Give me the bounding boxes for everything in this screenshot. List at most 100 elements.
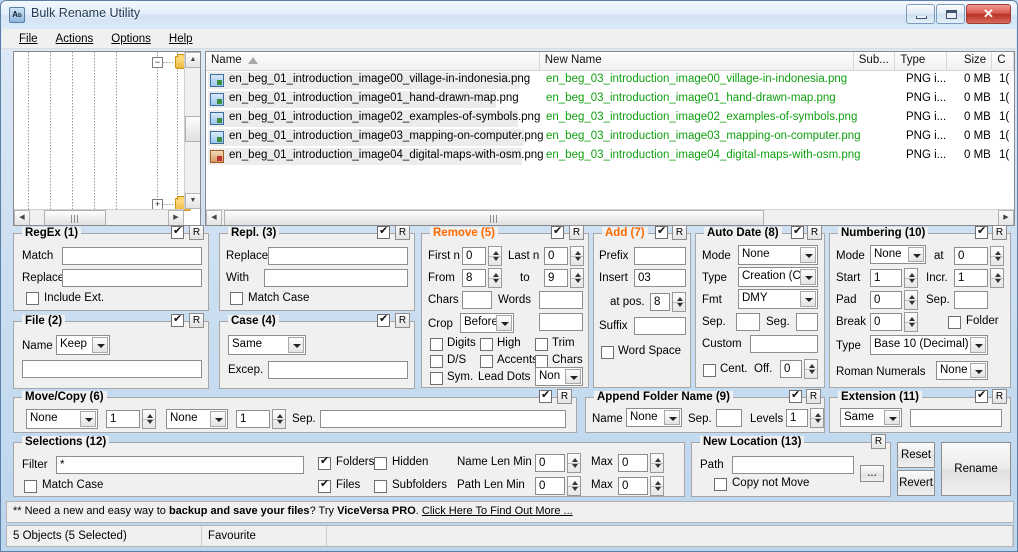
- status-favourite[interactable]: Favourite: [202, 526, 327, 546]
- move-copy-mode2-select[interactable]: None: [166, 409, 228, 429]
- column-header-new-name[interactable]: New Name: [540, 52, 854, 71]
- remove-sym-checkbox[interactable]: [430, 372, 443, 385]
- panel-regex-reset-button[interactable]: R: [189, 225, 204, 240]
- table-row[interactable]: en_beg_01_introduction_image01_hand-draw…: [206, 90, 1014, 109]
- numbering-incr-input[interactable]: [954, 269, 988, 287]
- folder-tree[interactable]: − + ▲ ▼ ◀ ▶: [13, 51, 201, 226]
- add-insert-input[interactable]: [634, 269, 686, 287]
- numbering-folder-checkbox[interactable]: [948, 316, 961, 329]
- remove-first-n-spinner[interactable]: [488, 246, 502, 266]
- remove-trim-checkbox[interactable]: [535, 338, 548, 351]
- selections-name-len-min-input[interactable]: [535, 454, 565, 472]
- repl-with-input[interactable]: [264, 269, 408, 287]
- move-copy-num1-spinner[interactable]: [142, 409, 156, 429]
- repl-replace-input[interactable]: [268, 247, 408, 265]
- chevron-down-icon[interactable]: [565, 369, 581, 384]
- panel-regex-enable-checkbox[interactable]: [171, 224, 184, 239]
- move-copy-num2-input[interactable]: [236, 410, 270, 428]
- chevron-down-icon[interactable]: [884, 410, 900, 425]
- revert-button[interactable]: Revert: [897, 470, 935, 496]
- remove-from-spinner[interactable]: [488, 268, 502, 288]
- remove-chars-input[interactable]: [462, 291, 492, 309]
- panel-file-enable-checkbox[interactable]: [171, 312, 184, 327]
- numbering-pad-spinner[interactable]: [904, 290, 918, 310]
- selections-path-len-max-input[interactable]: [618, 477, 648, 495]
- scroll-left-icon[interactable]: ◀: [206, 210, 222, 225]
- auto-date-type-select[interactable]: Creation (Cur: [738, 267, 818, 287]
- numbering-break-spinner[interactable]: [904, 312, 918, 332]
- chevron-down-icon[interactable]: [970, 337, 986, 353]
- add-suffix-input[interactable]: [634, 317, 686, 335]
- append-folder-levels-spinner[interactable]: [810, 408, 824, 428]
- selections-subfolders-checkbox[interactable]: [374, 480, 387, 493]
- menu-item-actions[interactable]: Actions: [47, 31, 103, 47]
- file-list[interactable]: Name New Name Sub... Type Size C en_beg_…: [205, 51, 1015, 226]
- numbering-at-spinner[interactable]: [990, 246, 1004, 266]
- remove-crop-select[interactable]: Before: [460, 313, 514, 333]
- table-row[interactable]: en_beg_01_introduction_image02_examples-…: [206, 109, 1014, 128]
- add-prefix-input[interactable]: [634, 247, 686, 265]
- add-at-pos-input[interactable]: [650, 293, 670, 311]
- column-header-c[interactable]: C: [992, 52, 1014, 71]
- collapse-icon[interactable]: −: [152, 57, 163, 68]
- numbering-break-input[interactable]: [870, 313, 902, 331]
- selections-path-len-min-input[interactable]: [535, 477, 565, 495]
- table-row[interactable]: en_beg_01_introduction_image03_mapping-o…: [206, 128, 1014, 147]
- extension-mode-select[interactable]: Same: [840, 408, 902, 427]
- numbering-roman-select[interactable]: None: [936, 361, 988, 380]
- chevron-down-icon[interactable]: [800, 269, 816, 285]
- auto-date-off-input[interactable]: [780, 360, 802, 378]
- tree-hscroll-thumb[interactable]: [44, 210, 106, 225]
- add-at-pos-spinner[interactable]: [672, 292, 686, 312]
- remove-lead-dots-select[interactable]: Non: [535, 367, 583, 386]
- panel-auto-date-reset-button[interactable]: R: [807, 225, 822, 240]
- move-copy-num2-spinner[interactable]: [272, 409, 286, 429]
- add-word-space-checkbox[interactable]: [601, 346, 614, 359]
- remove-from-input[interactable]: [462, 269, 486, 287]
- table-row[interactable]: en_beg_01_introduction_image00_village-i…: [206, 71, 1014, 90]
- remove-ds-checkbox[interactable]: [430, 355, 443, 368]
- extension-text-input[interactable]: [910, 409, 1002, 427]
- chevron-down-icon[interactable]: [92, 337, 108, 353]
- file-list-horizontal-scrollbar[interactable]: ◀ ▶: [206, 209, 1014, 225]
- column-header-size[interactable]: Size: [947, 52, 993, 71]
- column-header-name[interactable]: Name: [206, 52, 540, 71]
- repl-match-case-checkbox[interactable]: [230, 292, 243, 305]
- panel-append-folder-enable-checkbox[interactable]: [789, 388, 802, 403]
- panel-remove-reset-button[interactable]: R: [569, 225, 584, 240]
- remove-crop-text-input[interactable]: [539, 313, 583, 331]
- panel-extension-enable-checkbox[interactable]: [975, 388, 988, 403]
- panel-append-folder-reset-button[interactable]: R: [806, 389, 821, 404]
- chevron-down-icon[interactable]: [80, 411, 96, 427]
- chevron-down-icon[interactable]: [800, 247, 816, 263]
- column-header-type[interactable]: Type: [895, 52, 947, 71]
- selections-files-checkbox[interactable]: [318, 477, 331, 493]
- panel-extension-reset-button[interactable]: R: [992, 389, 1007, 404]
- scroll-right-icon[interactable]: ▶: [998, 210, 1014, 225]
- remove-accents-checkbox[interactable]: [480, 355, 493, 368]
- tree-vscroll-thumb[interactable]: [185, 116, 200, 142]
- scroll-left-icon[interactable]: ◀: [14, 210, 30, 225]
- tree-horizontal-scrollbar[interactable]: ◀ ▶: [14, 209, 184, 225]
- table-row[interactable]: en_beg_01_introduction_image04_digital-m…: [206, 147, 1014, 166]
- numbering-start-spinner[interactable]: [904, 268, 918, 288]
- panel-case-reset-button[interactable]: R: [395, 313, 410, 328]
- maximize-button[interactable]: [936, 4, 965, 24]
- selections-name-len-min-spinner[interactable]: [567, 453, 581, 473]
- chevron-down-icon[interactable]: [800, 291, 816, 307]
- file-name-mode-select[interactable]: Keep: [56, 335, 110, 355]
- auto-date-cent-checkbox[interactable]: [703, 364, 716, 377]
- numbering-start-input[interactable]: [870, 269, 902, 287]
- selections-filter-input[interactable]: [56, 456, 304, 474]
- numbering-pad-input[interactable]: [870, 291, 902, 309]
- menu-item-help[interactable]: Help: [160, 31, 202, 47]
- remove-last-n-input[interactable]: [544, 247, 568, 265]
- promo-link[interactable]: Click Here To Find Out More ...: [422, 505, 573, 517]
- remove-digits-checkbox[interactable]: [430, 338, 443, 351]
- numbering-type-select[interactable]: Base 10 (Decimal): [870, 335, 988, 355]
- selections-name-len-max-input[interactable]: [618, 454, 648, 472]
- file-list-hscroll-thumb[interactable]: [224, 210, 764, 225]
- numbering-incr-spinner[interactable]: [990, 268, 1004, 288]
- panel-new-location-reset-button[interactable]: R: [871, 434, 886, 449]
- panel-move-copy-enable-checkbox[interactable]: [539, 388, 552, 403]
